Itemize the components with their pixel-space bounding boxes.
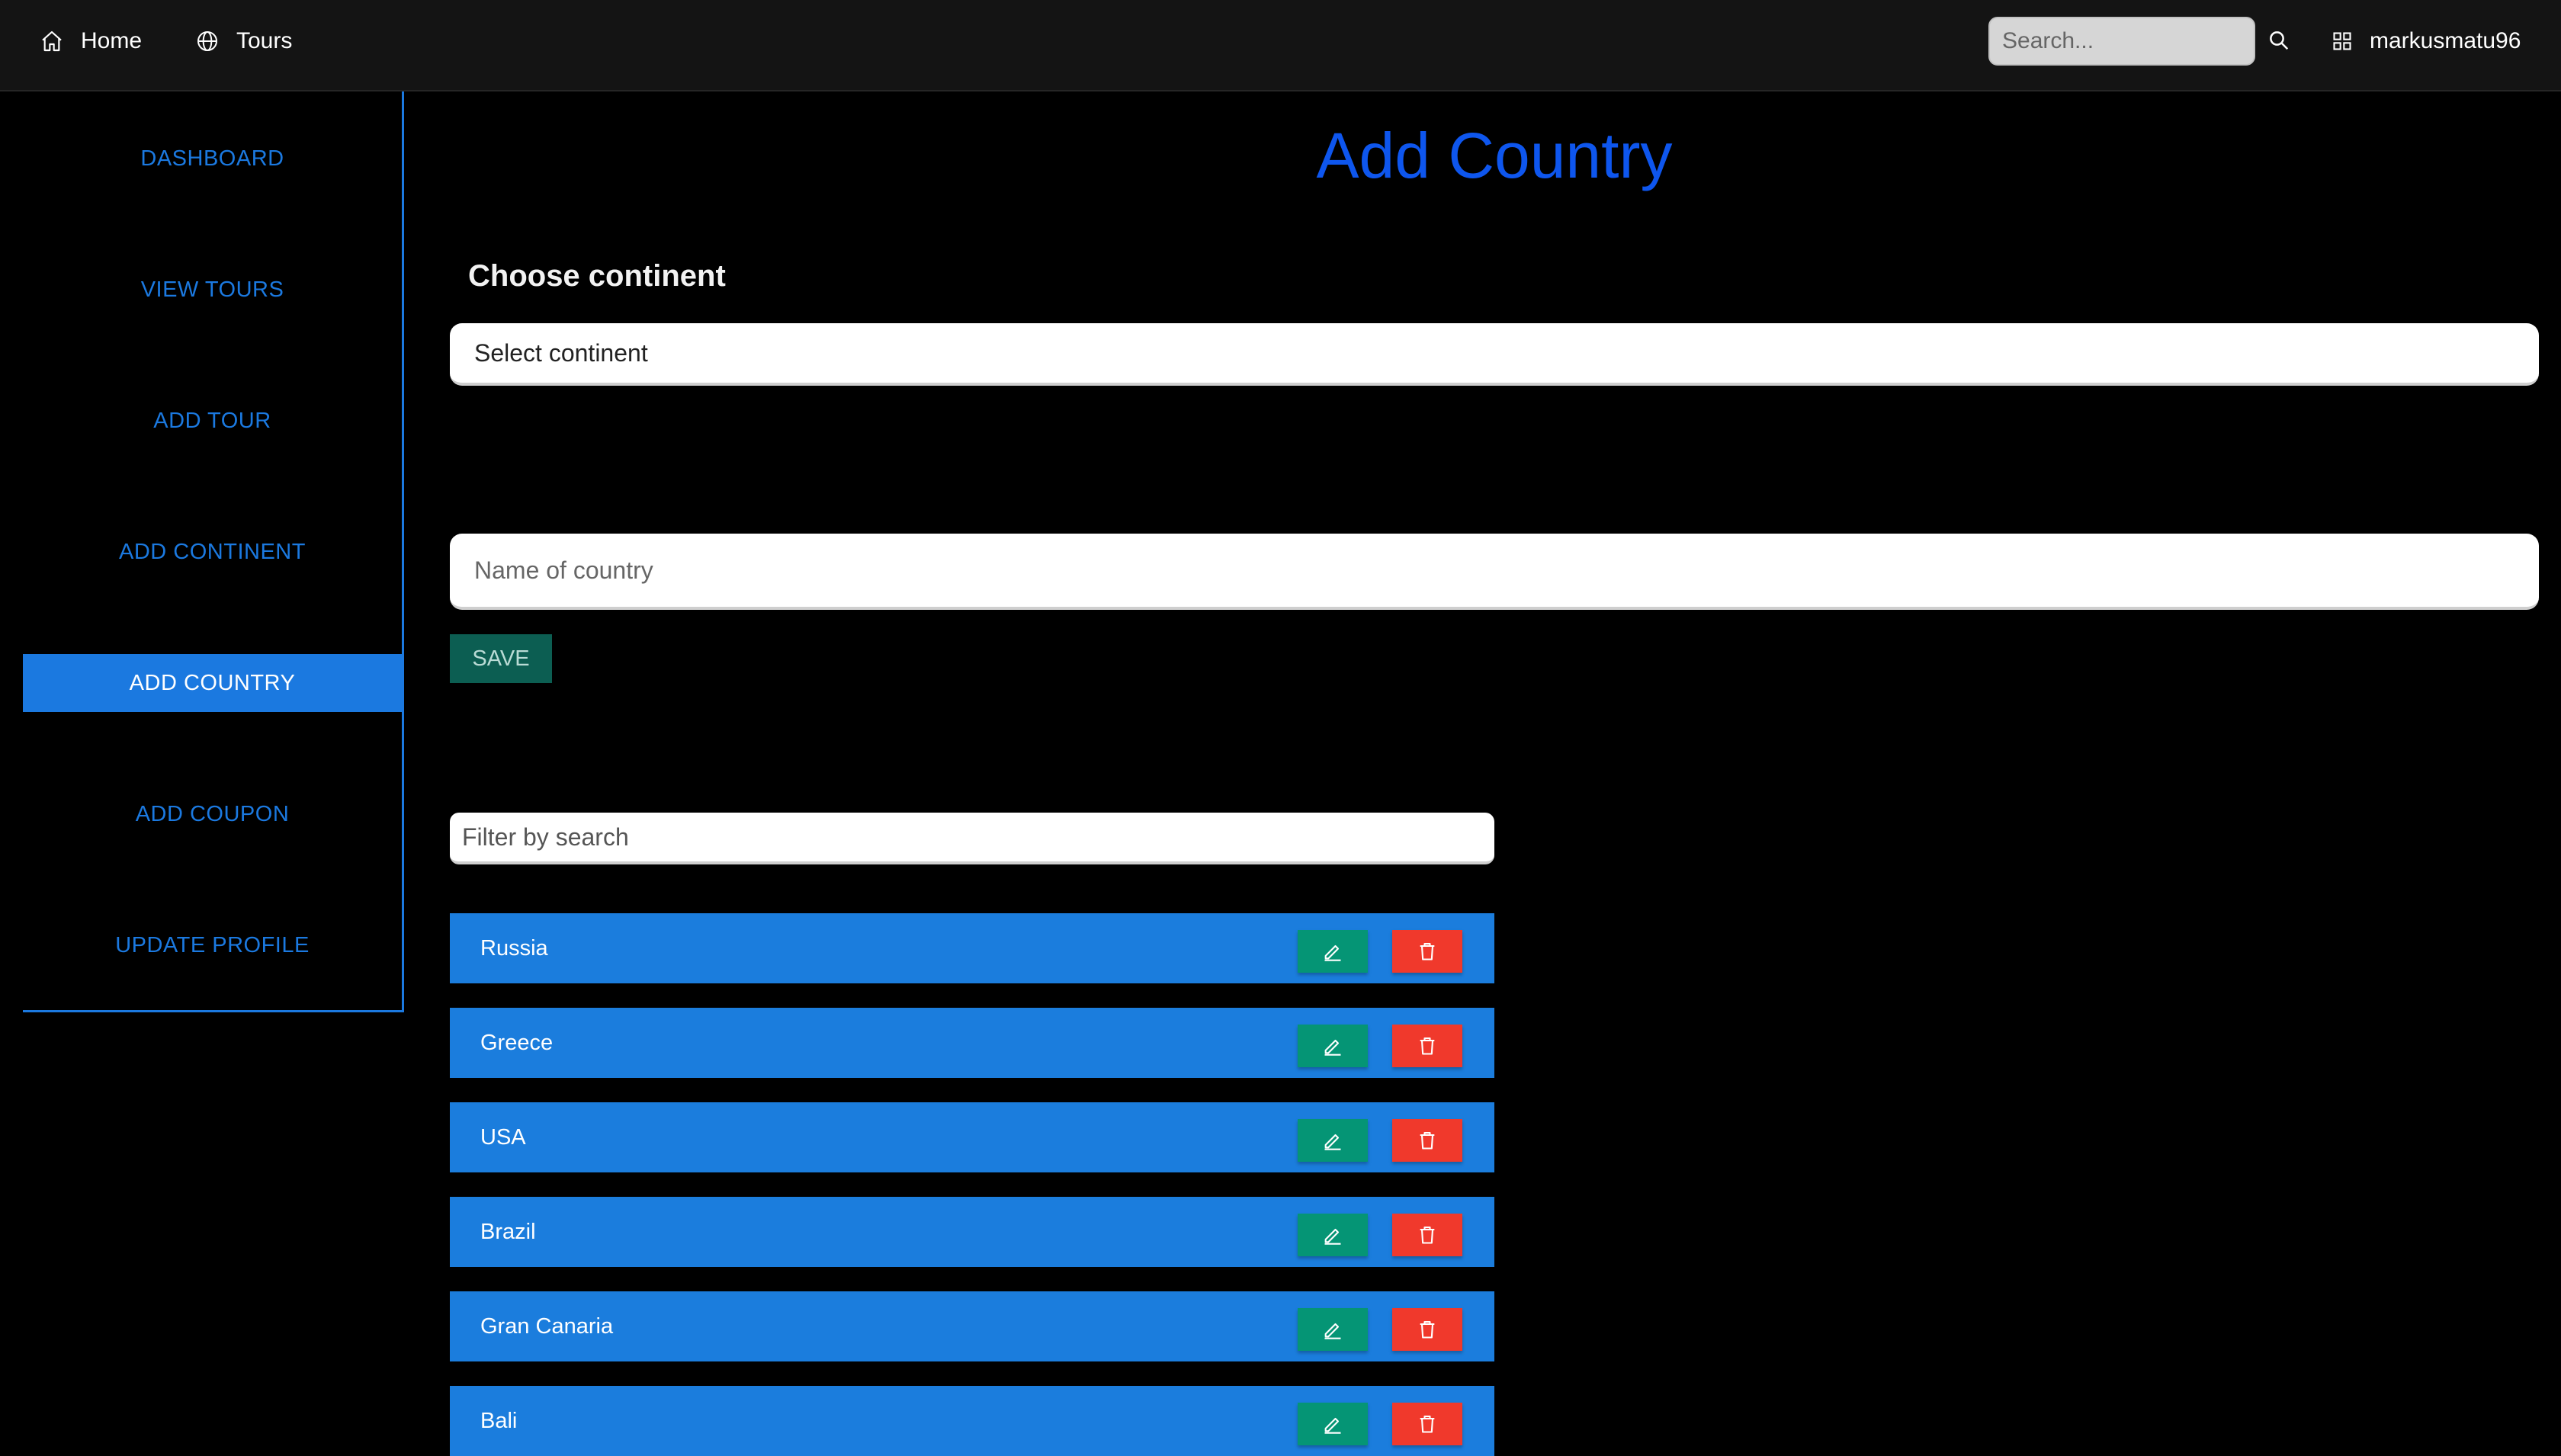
nav-tours-link[interactable]: Tours	[195, 23, 292, 59]
delete-button[interactable]	[1392, 1119, 1462, 1162]
country-name: Gran Canaria	[480, 1314, 614, 1339]
sidebar-item-add-tour[interactable]: ADD TOUR	[23, 392, 402, 450]
country-name: Greece	[480, 1031, 554, 1055]
pencil-icon	[1324, 944, 1341, 961]
edit-button[interactable]	[1298, 1403, 1368, 1445]
list-item: Russia	[450, 913, 1494, 983]
trash-icon	[1420, 943, 1435, 961]
globe-icon	[197, 31, 217, 51]
edit-button[interactable]	[1298, 1025, 1368, 1067]
delete-button[interactable]	[1392, 930, 1462, 973]
list-item: USA	[450, 1102, 1494, 1172]
list-item: Greece	[450, 1008, 1494, 1078]
user-menu[interactable]: markusmatu96	[2332, 23, 2521, 59]
list-item: Gran Canaria	[450, 1291, 1494, 1361]
sidebar-item-update-profile[interactable]: UPDATE PROFILE	[23, 916, 402, 974]
continent-select[interactable]: Select continent	[450, 323, 2539, 386]
continent-select-value: Select continent	[474, 338, 648, 367]
trash-icon	[1420, 1416, 1435, 1433]
username-label: markusmatu96	[2370, 28, 2521, 53]
edit-button[interactable]	[1298, 930, 1368, 973]
country-name: Brazil	[480, 1220, 536, 1244]
nav-home-label: Home	[81, 28, 143, 53]
sidebar-item-add-continent[interactable]: ADD CONTINENT	[23, 523, 402, 581]
trash-icon	[1420, 1227, 1435, 1244]
pencil-icon	[1324, 1134, 1341, 1150]
search-icon[interactable]	[2267, 29, 2290, 52]
filter-input[interactable]	[450, 813, 1494, 864]
sidebar: DASHBOARD VIEW TOURS ADD TOUR ADD CONTIN…	[23, 91, 404, 1012]
delete-button[interactable]	[1392, 1308, 1462, 1351]
grid-icon	[2333, 32, 2351, 50]
edit-button[interactable]	[1298, 1214, 1368, 1256]
pencil-icon	[1324, 1417, 1341, 1434]
trash-icon	[1420, 1037, 1435, 1055]
nav-home-link[interactable]: Home	[40, 23, 142, 59]
pencil-icon	[1324, 1039, 1341, 1056]
pencil-icon	[1324, 1323, 1341, 1339]
sidebar-item-view-tours[interactable]: VIEW TOURS	[23, 261, 402, 319]
continent-label: Choose continent	[468, 259, 726, 293]
search-input[interactable]	[1988, 17, 2255, 66]
list-item: Bali	[450, 1386, 1494, 1456]
edit-button[interactable]	[1298, 1308, 1368, 1351]
page-title: Add Country	[1316, 120, 1673, 191]
country-name-field[interactable]	[450, 534, 2539, 610]
pencil-icon	[1324, 1228, 1341, 1245]
delete-button[interactable]	[1392, 1025, 1462, 1067]
sidebar-item-add-country[interactable]: ADD COUNTRY	[23, 654, 402, 712]
delete-button[interactable]	[1392, 1403, 1462, 1445]
save-button[interactable]: SAVE	[450, 634, 552, 683]
nav-tours-label: Tours	[236, 28, 293, 53]
home-icon	[42, 30, 62, 52]
sidebar-item-add-coupon[interactable]: ADD COUPON	[23, 785, 402, 843]
sidebar-item-dashboard[interactable]: DASHBOARD	[23, 130, 402, 188]
trash-icon	[1420, 1132, 1435, 1150]
country-name: Russia	[480, 936, 548, 961]
country-name: USA	[480, 1125, 526, 1150]
delete-button[interactable]	[1392, 1214, 1462, 1256]
list-item: Brazil	[450, 1197, 1494, 1267]
edit-button[interactable]	[1298, 1119, 1368, 1162]
country-name: Bali	[480, 1409, 518, 1433]
top-navbar: Home Tours markusmatu96	[0, 0, 2561, 91]
trash-icon	[1420, 1321, 1435, 1339]
